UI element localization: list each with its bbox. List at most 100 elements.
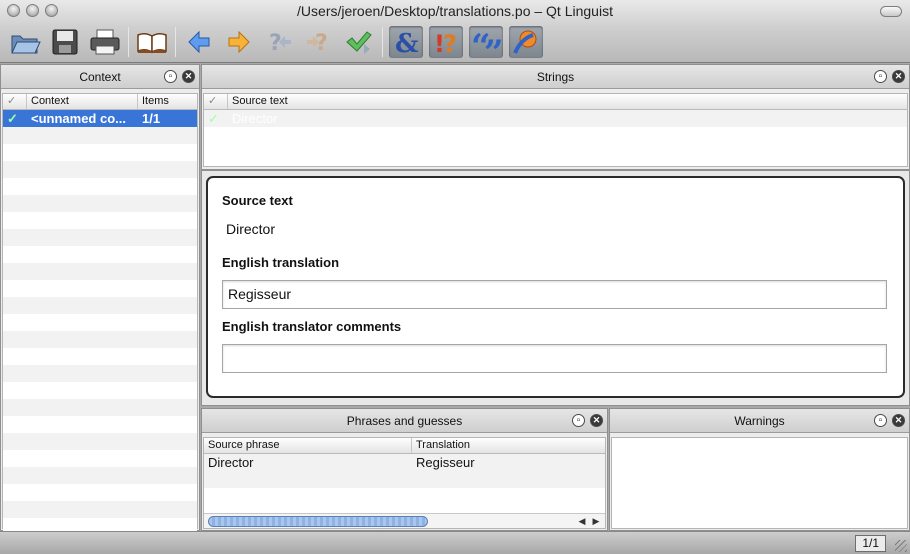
phrases-table: Source phrase Translation Director Regis…: [203, 437, 606, 529]
column-source-phrase[interactable]: Source phrase: [204, 438, 412, 453]
phrases-dock-title: Phrases and guesses: [346, 414, 463, 428]
done-check-icon: ✓: [7, 111, 18, 126]
warnings-dock: Warnings ▫ ✕: [609, 408, 910, 531]
previous-button[interactable]: [182, 26, 216, 58]
print-icon: [90, 29, 120, 55]
resize-grip-icon[interactable]: [895, 540, 907, 552]
phrasebook-icon: [137, 32, 167, 54]
message-editor-area: Source text Director English translation…: [201, 170, 910, 406]
accelerators-icon: &: [395, 29, 418, 56]
svg-text:?: ?: [269, 31, 282, 56]
phrasebook-button[interactable]: [135, 26, 169, 58]
window-title: /Users/jeroen/Desktop/translations.po – …: [297, 3, 613, 19]
close-icon: ✕: [894, 71, 903, 81]
float-button[interactable]: ▫: [874, 70, 887, 83]
done-check-icon: ✓: [208, 111, 219, 126]
horizontal-scrollbar[interactable]: ◀ ▶: [204, 513, 605, 528]
done-next-icon: [346, 31, 372, 54]
open-button[interactable]: [8, 26, 42, 58]
strings-table-header: ✓ Source text: [204, 94, 907, 110]
warnings-list: [611, 437, 908, 529]
scroll-right-icon[interactable]: ▶: [589, 515, 603, 528]
status-column-icon: ✓: [3, 94, 27, 109]
toolbar-separator: [128, 27, 129, 57]
message-editor: Source text Director English translation…: [206, 176, 905, 398]
comments-label: English translator comments: [222, 319, 402, 334]
close-dock-button[interactable]: ✕: [892, 70, 905, 83]
ending-punctuation-icon: ! ?: [434, 30, 457, 56]
prev-unfinished-icon: ?: [269, 31, 291, 56]
phrase-row[interactable]: Director Regisseur: [204, 454, 605, 471]
close-icon: ✕: [184, 71, 193, 81]
float-icon: ▫: [878, 414, 883, 426]
window-chrome: /Users/jeroen/Desktop/translations.po – …: [0, 0, 910, 63]
toolbar-toggle-button[interactable]: [880, 6, 902, 17]
translation-field[interactable]: Regisseur: [222, 280, 887, 309]
source-text-label: Source text: [222, 193, 293, 208]
toolbar: ? ? & ! ? “: [8, 25, 549, 59]
float-icon: ▫: [878, 70, 883, 82]
strings-table: ✓ Source text ✓ Director: [203, 93, 908, 167]
print-button[interactable]: [88, 26, 122, 58]
place-markers-toggle[interactable]: [509, 26, 543, 58]
done-next-button[interactable]: [342, 26, 376, 58]
accelerators-toggle[interactable]: &: [389, 26, 423, 58]
column-source-text[interactable]: Source text: [228, 94, 907, 109]
context-name: <unnamed co...: [31, 111, 126, 126]
open-icon: [11, 35, 41, 54]
strings-dock: Strings ▫ ✕ ✓ Source text ✓ Director: [201, 64, 910, 170]
status-column-icon: ✓: [204, 94, 228, 109]
close-dock-button[interactable]: ✕: [182, 70, 195, 83]
float-button[interactable]: ▫: [164, 70, 177, 83]
next-unfinished-button[interactable]: ?: [302, 26, 336, 58]
next-button[interactable]: [222, 26, 256, 58]
context-row[interactable]: ✓ <unnamed co... 1/1: [3, 110, 197, 127]
context-dock: Context ▫ ✕ ✓ Context Items ✓ <unnamed c…: [0, 64, 200, 535]
close-dock-button[interactable]: ✕: [590, 414, 603, 427]
float-button[interactable]: ▫: [572, 414, 585, 427]
close-dock-button[interactable]: ✕: [892, 414, 905, 427]
context-table: ✓ Context Items ✓ <unnamed co... 1/1: [2, 93, 198, 535]
column-context[interactable]: Context: [27, 94, 138, 109]
next-icon: [228, 30, 250, 54]
float-icon: ▫: [168, 70, 173, 82]
toolbar-separator: [382, 27, 383, 57]
context-rows: ✓ <unnamed co... 1/1: [3, 110, 197, 535]
source-text-value: Director: [226, 221, 276, 237]
save-icon: [52, 29, 78, 55]
close-icon: ✕: [894, 415, 903, 425]
scroll-left-icon[interactable]: ◀: [575, 515, 589, 528]
comments-field[interactable]: [222, 344, 887, 373]
warnings-dock-title: Warnings: [734, 414, 785, 428]
string-source: Director: [232, 111, 278, 126]
ending-punctuation-toggle[interactable]: ! ?: [429, 26, 463, 58]
next-unfinished-icon: ?: [307, 31, 328, 56]
phrase-source: Director: [208, 455, 254, 470]
previous-icon: [188, 30, 210, 54]
toolbar-separator: [175, 27, 176, 57]
phrase-matches-icon: “ ”: [471, 28, 501, 56]
place-markers-icon: [513, 30, 537, 54]
column-translation[interactable]: Translation: [412, 438, 605, 453]
translation-label: English translation: [222, 255, 340, 270]
svg-text:?: ?: [443, 30, 457, 56]
phrases-dock-header: Phrases and guesses ▫ ✕: [202, 409, 607, 433]
column-items[interactable]: Items: [138, 94, 197, 109]
prev-unfinished-button[interactable]: ?: [262, 26, 296, 58]
phrase-matches-toggle[interactable]: “ ”: [469, 26, 503, 58]
status-bar: 1/1: [0, 531, 910, 554]
phrases-table-header: Source phrase Translation: [204, 438, 605, 454]
phrase-translation: Regisseur: [416, 455, 475, 470]
context-dock-header: Context ▫ ✕: [1, 65, 199, 89]
strings-dock-title: Strings: [536, 70, 575, 84]
string-row[interactable]: ✓ Director: [204, 110, 907, 127]
context-table-header: ✓ Context Items: [3, 94, 197, 110]
save-button[interactable]: [48, 26, 82, 58]
context-dock-title: Context: [79, 70, 121, 84]
context-items: 1/1: [142, 111, 161, 126]
progress-counter: 1/1: [855, 535, 886, 552]
float-button[interactable]: ▫: [874, 414, 887, 427]
svg-text:&: &: [395, 29, 418, 56]
scroll-thumb[interactable]: [208, 516, 428, 527]
phrases-dock: Phrases and guesses ▫ ✕ Source phrase Tr…: [201, 408, 608, 531]
